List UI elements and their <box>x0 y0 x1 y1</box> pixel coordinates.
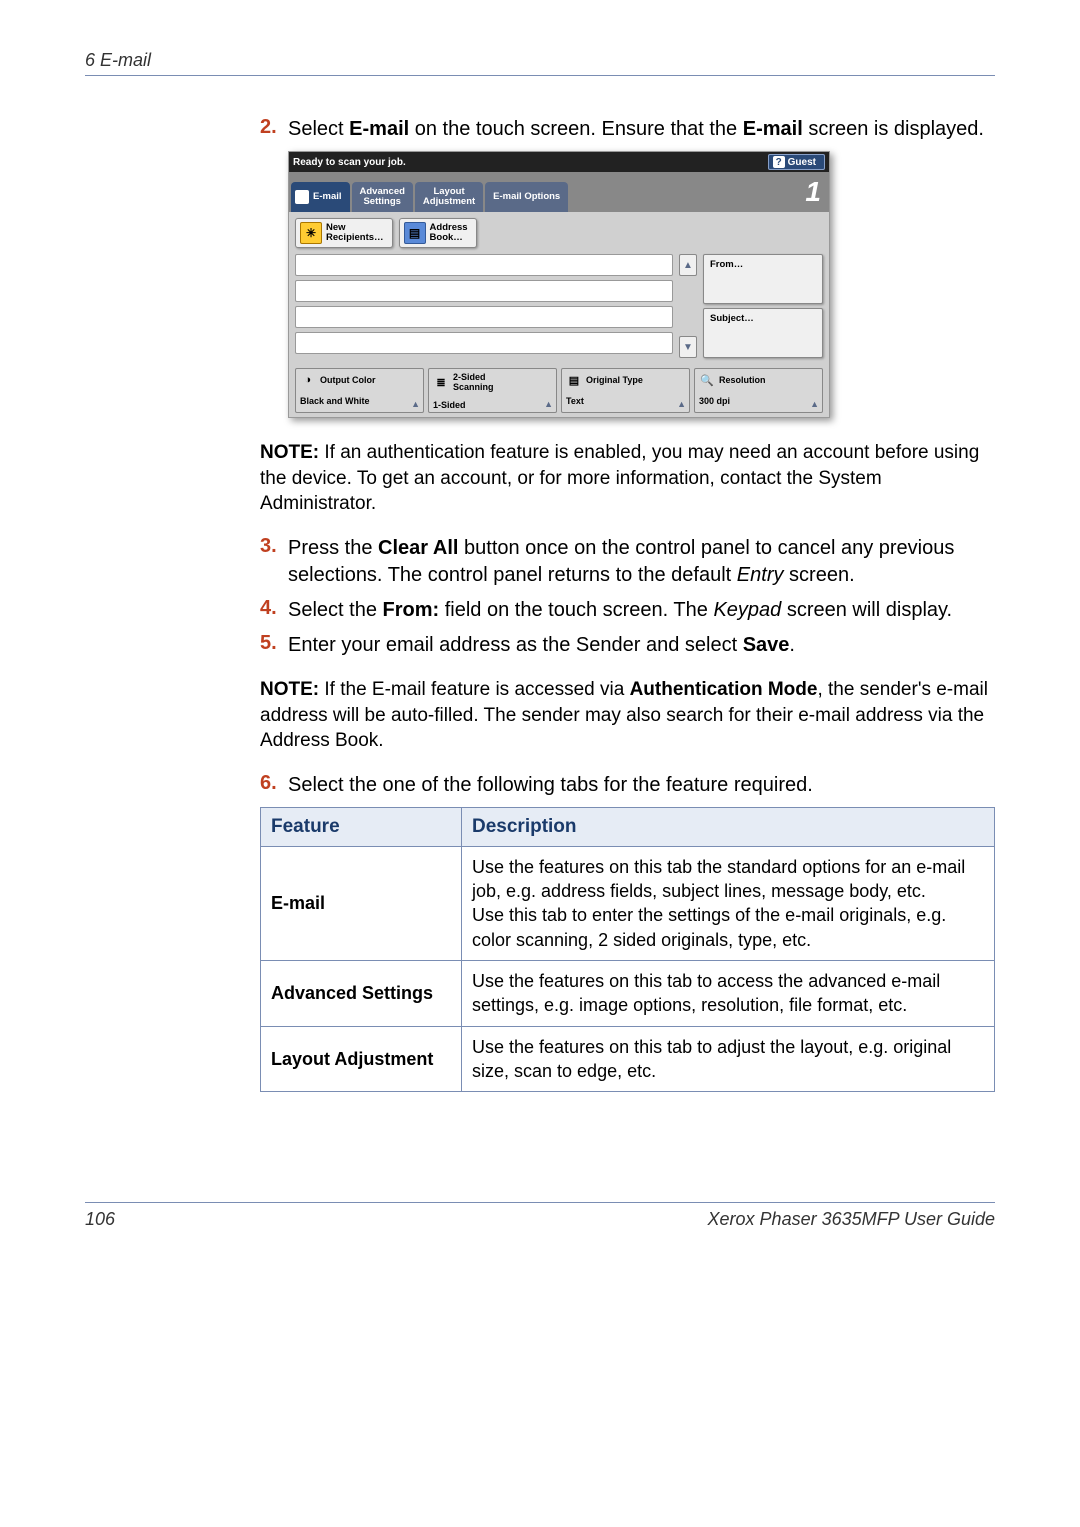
address-book-icon: ▤ <box>404 222 426 244</box>
recipient-slot[interactable] <box>295 332 673 354</box>
original-type-icon: ▤ <box>566 372 582 388</box>
recipient-slot[interactable] <box>295 280 673 302</box>
mfp-status: Ready to scan your job. <box>293 157 768 168</box>
col-description: Description <box>462 807 995 846</box>
scroll-up-icon[interactable]: ▲ <box>679 254 697 276</box>
step-number: 2. <box>260 116 288 143</box>
two-sided-icon: ≣ <box>433 374 449 390</box>
recipient-slot[interactable] <box>295 306 673 328</box>
page-header: 6 E-mail <box>85 50 995 76</box>
tab-advanced-settings[interactable]: Advanced Settings <box>352 182 413 212</box>
job-count-badge: 1 <box>805 176 821 208</box>
col-feature: Feature <box>261 807 462 846</box>
tab-email[interactable]: ✉ E-mail <box>291 182 350 212</box>
tab-email-options[interactable]: E-mail Options <box>485 182 568 212</box>
new-recipients-button[interactable]: ✳ New Recipients… <box>295 218 393 248</box>
note-authentication: NOTE: If an authentication feature is en… <box>260 440 995 517</box>
help-icon: ? <box>773 156 785 168</box>
chevron-up-icon: ▲ <box>810 399 819 409</box>
two-sided-scanning-card[interactable]: ≣ 2-Sided Scanning 1-Sided ▲ <box>428 368 557 413</box>
resolution-icon: 🔍 <box>699 372 715 388</box>
from-button[interactable]: From… <box>703 254 823 304</box>
new-recipients-icon: ✳ <box>300 222 322 244</box>
chevron-up-icon: ▲ <box>677 399 686 409</box>
recipient-slot[interactable] <box>295 254 673 276</box>
step-text: Press the Clear All button once on the c… <box>288 535 995 589</box>
guide-title: Xerox Phaser 3635MFP User Guide <box>708 1209 995 1230</box>
mfp-screenshot: Ready to scan your job. ? Guest ✉ E-mail… <box>288 151 830 418</box>
step-number: 4. <box>260 597 288 624</box>
chevron-up-icon: ▲ <box>544 399 553 409</box>
original-type-card[interactable]: ▤ Original Type Text ▲ <box>561 368 690 413</box>
step-number: 3. <box>260 535 288 589</box>
step-text: Select the From: field on the touch scre… <box>288 597 995 624</box>
step-number: 5. <box>260 632 288 659</box>
scroll-down-icon[interactable]: ▼ <box>679 336 697 358</box>
table-row: Layout Adjustment Use the features on th… <box>261 1026 995 1092</box>
step-4: 4. Select the From: field on the touch s… <box>260 597 995 624</box>
tab-layout-adjustment[interactable]: Layout Adjustment <box>415 182 483 212</box>
email-icon: ✉ <box>295 190 309 204</box>
step-6: 6. Select the one of the following tabs … <box>260 772 995 799</box>
subject-button[interactable]: Subject… <box>703 308 823 358</box>
step-text: Select E-mail on the touch screen. Ensur… <box>288 116 995 143</box>
resolution-card[interactable]: 🔍 Resolution 300 dpi ▲ <box>694 368 823 413</box>
step-2: 2. Select E-mail on the touch screen. En… <box>260 116 995 143</box>
address-book-button[interactable]: ▤ Address Book… <box>399 218 477 248</box>
chevron-up-icon: ▲ <box>411 399 420 409</box>
output-color-icon: ◑ <box>300 372 316 388</box>
step-3: 3. Press the Clear All button once on th… <box>260 535 995 589</box>
page-number: 106 <box>85 1209 115 1230</box>
output-color-card[interactable]: ◑ Output Color Black and White ▲ <box>295 368 424 413</box>
step-text: Enter your email address as the Sender a… <box>288 632 995 659</box>
chapter-label: 6 E-mail <box>85 50 151 70</box>
note-auth-mode: NOTE: If the E-mail feature is accessed … <box>260 677 995 754</box>
step-number: 6. <box>260 772 288 799</box>
step-5: 5. Enter your email address as the Sende… <box>260 632 995 659</box>
page-footer: 106 Xerox Phaser 3635MFP User Guide <box>85 1202 995 1230</box>
table-row: Advanced Settings Use the features on th… <box>261 961 995 1027</box>
step-text: Select the one of the following tabs for… <box>288 772 995 799</box>
feature-table: Feature Description E-mail Use the featu… <box>260 807 995 1092</box>
guest-button[interactable]: ? Guest <box>768 154 825 170</box>
table-row: E-mail Use the features on this tab the … <box>261 846 995 960</box>
